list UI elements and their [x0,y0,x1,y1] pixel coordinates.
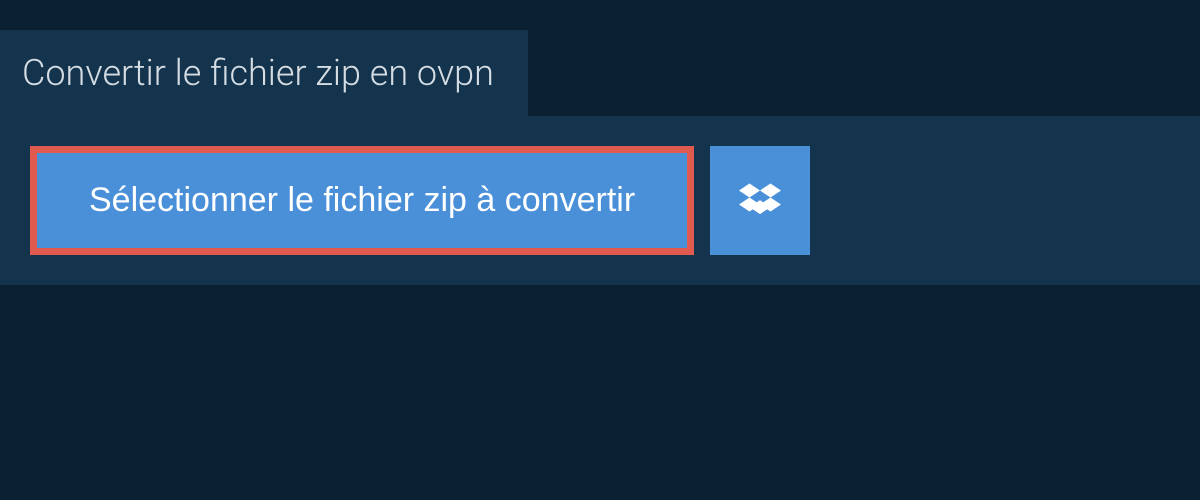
select-file-button[interactable]: Sélectionner le fichier zip à convertir [30,146,694,255]
page-title: Convertir le fichier zip en ovpn [22,52,494,94]
tab-header: Convertir le fichier zip en ovpn [0,30,528,116]
select-file-label: Sélectionner le fichier zip à convertir [89,181,635,220]
upload-panel: Sélectionner le fichier zip à convertir [0,116,1200,285]
dropbox-icon [739,180,781,222]
button-row: Sélectionner le fichier zip à convertir [30,146,1170,255]
dropbox-button[interactable] [710,146,810,255]
